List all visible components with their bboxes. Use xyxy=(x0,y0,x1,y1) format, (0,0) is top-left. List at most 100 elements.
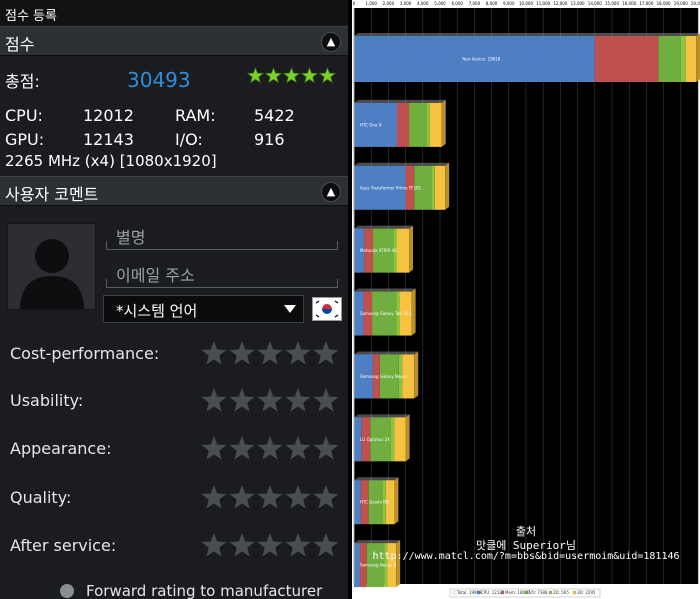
rating-star-icon[interactable] xyxy=(312,339,340,367)
comment-section-header[interactable]: 사용자 코멘트 ▲ xyxy=(0,176,348,206)
rating-stars[interactable] xyxy=(200,434,340,462)
rating-row: Quality: xyxy=(0,483,348,513)
bar-label: HTC Desire HD xyxy=(360,500,389,505)
rating-star-icon[interactable] xyxy=(256,386,284,414)
source-url: http://www.matcl.com/?m=bbs&bid=usermoim… xyxy=(372,551,680,562)
legend-entry: 2D: 565 xyxy=(553,590,569,595)
nickname-field[interactable]: 별명 xyxy=(106,218,338,250)
rating-label: Usability: xyxy=(10,391,84,410)
rating-star-icon[interactable] xyxy=(284,386,312,414)
x-tick-label: 1,000 xyxy=(365,1,377,6)
bar-top-face xyxy=(354,540,401,544)
bar-label: Your device: 19918 xyxy=(461,57,501,62)
bar-label: Asus Transformer Prime TF201 xyxy=(360,185,422,190)
legend-entry: 3D: 2295 xyxy=(577,590,596,595)
bar-top-face xyxy=(354,414,410,418)
x-tick-label: 4,000 xyxy=(417,1,429,6)
rating-star-icon[interactable] xyxy=(228,339,256,367)
score-section-header[interactable]: 점수 ▲ xyxy=(0,26,348,56)
bar-segment xyxy=(429,102,442,147)
rating-star-icon[interactable] xyxy=(312,386,340,414)
email-field[interactable]: 이메일 주소 xyxy=(106,256,338,288)
collapse-comment-button[interactable]: ▲ xyxy=(321,182,341,202)
x-tick-label: 7,000 xyxy=(469,1,481,6)
rating-star-icon[interactable] xyxy=(284,531,312,559)
rating-star-icon[interactable] xyxy=(284,339,312,367)
bar-top-face xyxy=(354,99,446,103)
bar-top-face xyxy=(354,477,399,481)
bar-side-face xyxy=(445,162,450,210)
rating-star-icon[interactable] xyxy=(256,434,284,462)
rating-star-icon[interactable] xyxy=(256,339,284,367)
bar-segment xyxy=(409,102,427,147)
rating-star-icon[interactable] xyxy=(228,434,256,462)
device-spec: 2265 MHz (x4) [1080x1920] xyxy=(5,152,217,170)
rating-star-icon[interactable] xyxy=(200,386,228,414)
bar-side-face xyxy=(411,288,416,336)
chevron-up-icon: ▲ xyxy=(326,185,336,198)
rating-star-icon[interactable] xyxy=(200,339,228,367)
bar-segment xyxy=(394,417,406,462)
x-tick-label: 20,000 xyxy=(691,1,700,6)
x-tick-label: 9,000 xyxy=(503,1,515,6)
rating-star-icon[interactable] xyxy=(256,483,284,511)
x-tick-label: 6,000 xyxy=(451,1,463,6)
rating-star-icon[interactable] xyxy=(228,531,256,559)
rating-label: Quality: xyxy=(10,488,72,507)
rating-label: After service: xyxy=(10,536,117,555)
ram-label: RAM: xyxy=(175,106,216,125)
rating-star-icon[interactable] xyxy=(312,483,340,511)
x-tick-label: 15,000 xyxy=(605,1,619,6)
x-tick-label: 13,000 xyxy=(571,1,585,6)
x-tick-label: 0 xyxy=(353,1,356,6)
legend-swatch xyxy=(548,590,553,595)
forward-rating-radio[interactable] xyxy=(60,584,74,598)
rating-stars[interactable] xyxy=(200,386,340,414)
x-tick-label: 18,000 xyxy=(657,1,671,6)
legend-swatch xyxy=(500,590,505,595)
rating-stars[interactable] xyxy=(200,339,340,367)
bar-label: HTC One X xyxy=(360,122,382,127)
bar-segment xyxy=(426,102,430,147)
x-tick-label: 14,000 xyxy=(588,1,602,6)
bar-side-face xyxy=(696,33,700,82)
avatar[interactable] xyxy=(7,223,96,310)
x-tick-label: 5,000 xyxy=(434,1,446,6)
rating-star-icon[interactable] xyxy=(312,434,340,462)
language-select[interactable]: *시스템 언어 xyxy=(103,295,304,323)
bar-label: Samsung Galaxy Nexus xyxy=(360,374,407,379)
green-star-icon xyxy=(265,67,282,84)
forward-rating-label: Forward rating to manufacturer xyxy=(86,582,323,599)
benchmark-chart: 0 1,000 2,000 3,000 4,000 5,000 6,000 7,000 8,00… xyxy=(353,1,700,598)
email-placeholder: 이메일 주소 xyxy=(116,266,195,285)
bar-segment xyxy=(658,36,681,82)
bar-side-face xyxy=(441,99,446,147)
user-silhouette-icon xyxy=(20,239,84,309)
rating-star-icon[interactable] xyxy=(312,531,340,559)
rating-star-icon[interactable] xyxy=(200,531,228,559)
collapse-score-button[interactable]: ▲ xyxy=(321,32,341,52)
rating-stars[interactable] xyxy=(200,483,340,511)
rating-star-icon[interactable] xyxy=(200,483,228,511)
bar-label: Motorola ATRIX 4G xyxy=(360,248,397,253)
bar-top-face xyxy=(354,33,700,36)
rating-star-icon[interactable] xyxy=(256,531,284,559)
rating-row: Appearance: xyxy=(0,434,348,464)
rating-star-icon[interactable] xyxy=(284,434,312,462)
score-section-title: 점수 xyxy=(5,35,35,54)
rating-star-icon[interactable] xyxy=(228,386,256,414)
bar-label: LG Optimus 2X xyxy=(360,437,390,442)
bar-segment xyxy=(434,165,446,210)
rating-star-icon[interactable] xyxy=(228,483,256,511)
korean-flag-icon[interactable] xyxy=(312,297,342,321)
rating-star-icon[interactable] xyxy=(200,434,228,462)
rating-stars[interactable] xyxy=(200,531,340,559)
rating-star-icon[interactable] xyxy=(284,483,312,511)
x-tick-label: 17,000 xyxy=(639,1,653,6)
bar-segment xyxy=(397,228,410,273)
green-star-icon xyxy=(301,67,318,84)
cpu-value: 12012 xyxy=(83,106,134,125)
bar-side-face xyxy=(394,477,399,525)
total-score-stars xyxy=(247,67,336,84)
dropdown-caret-icon xyxy=(284,305,296,313)
